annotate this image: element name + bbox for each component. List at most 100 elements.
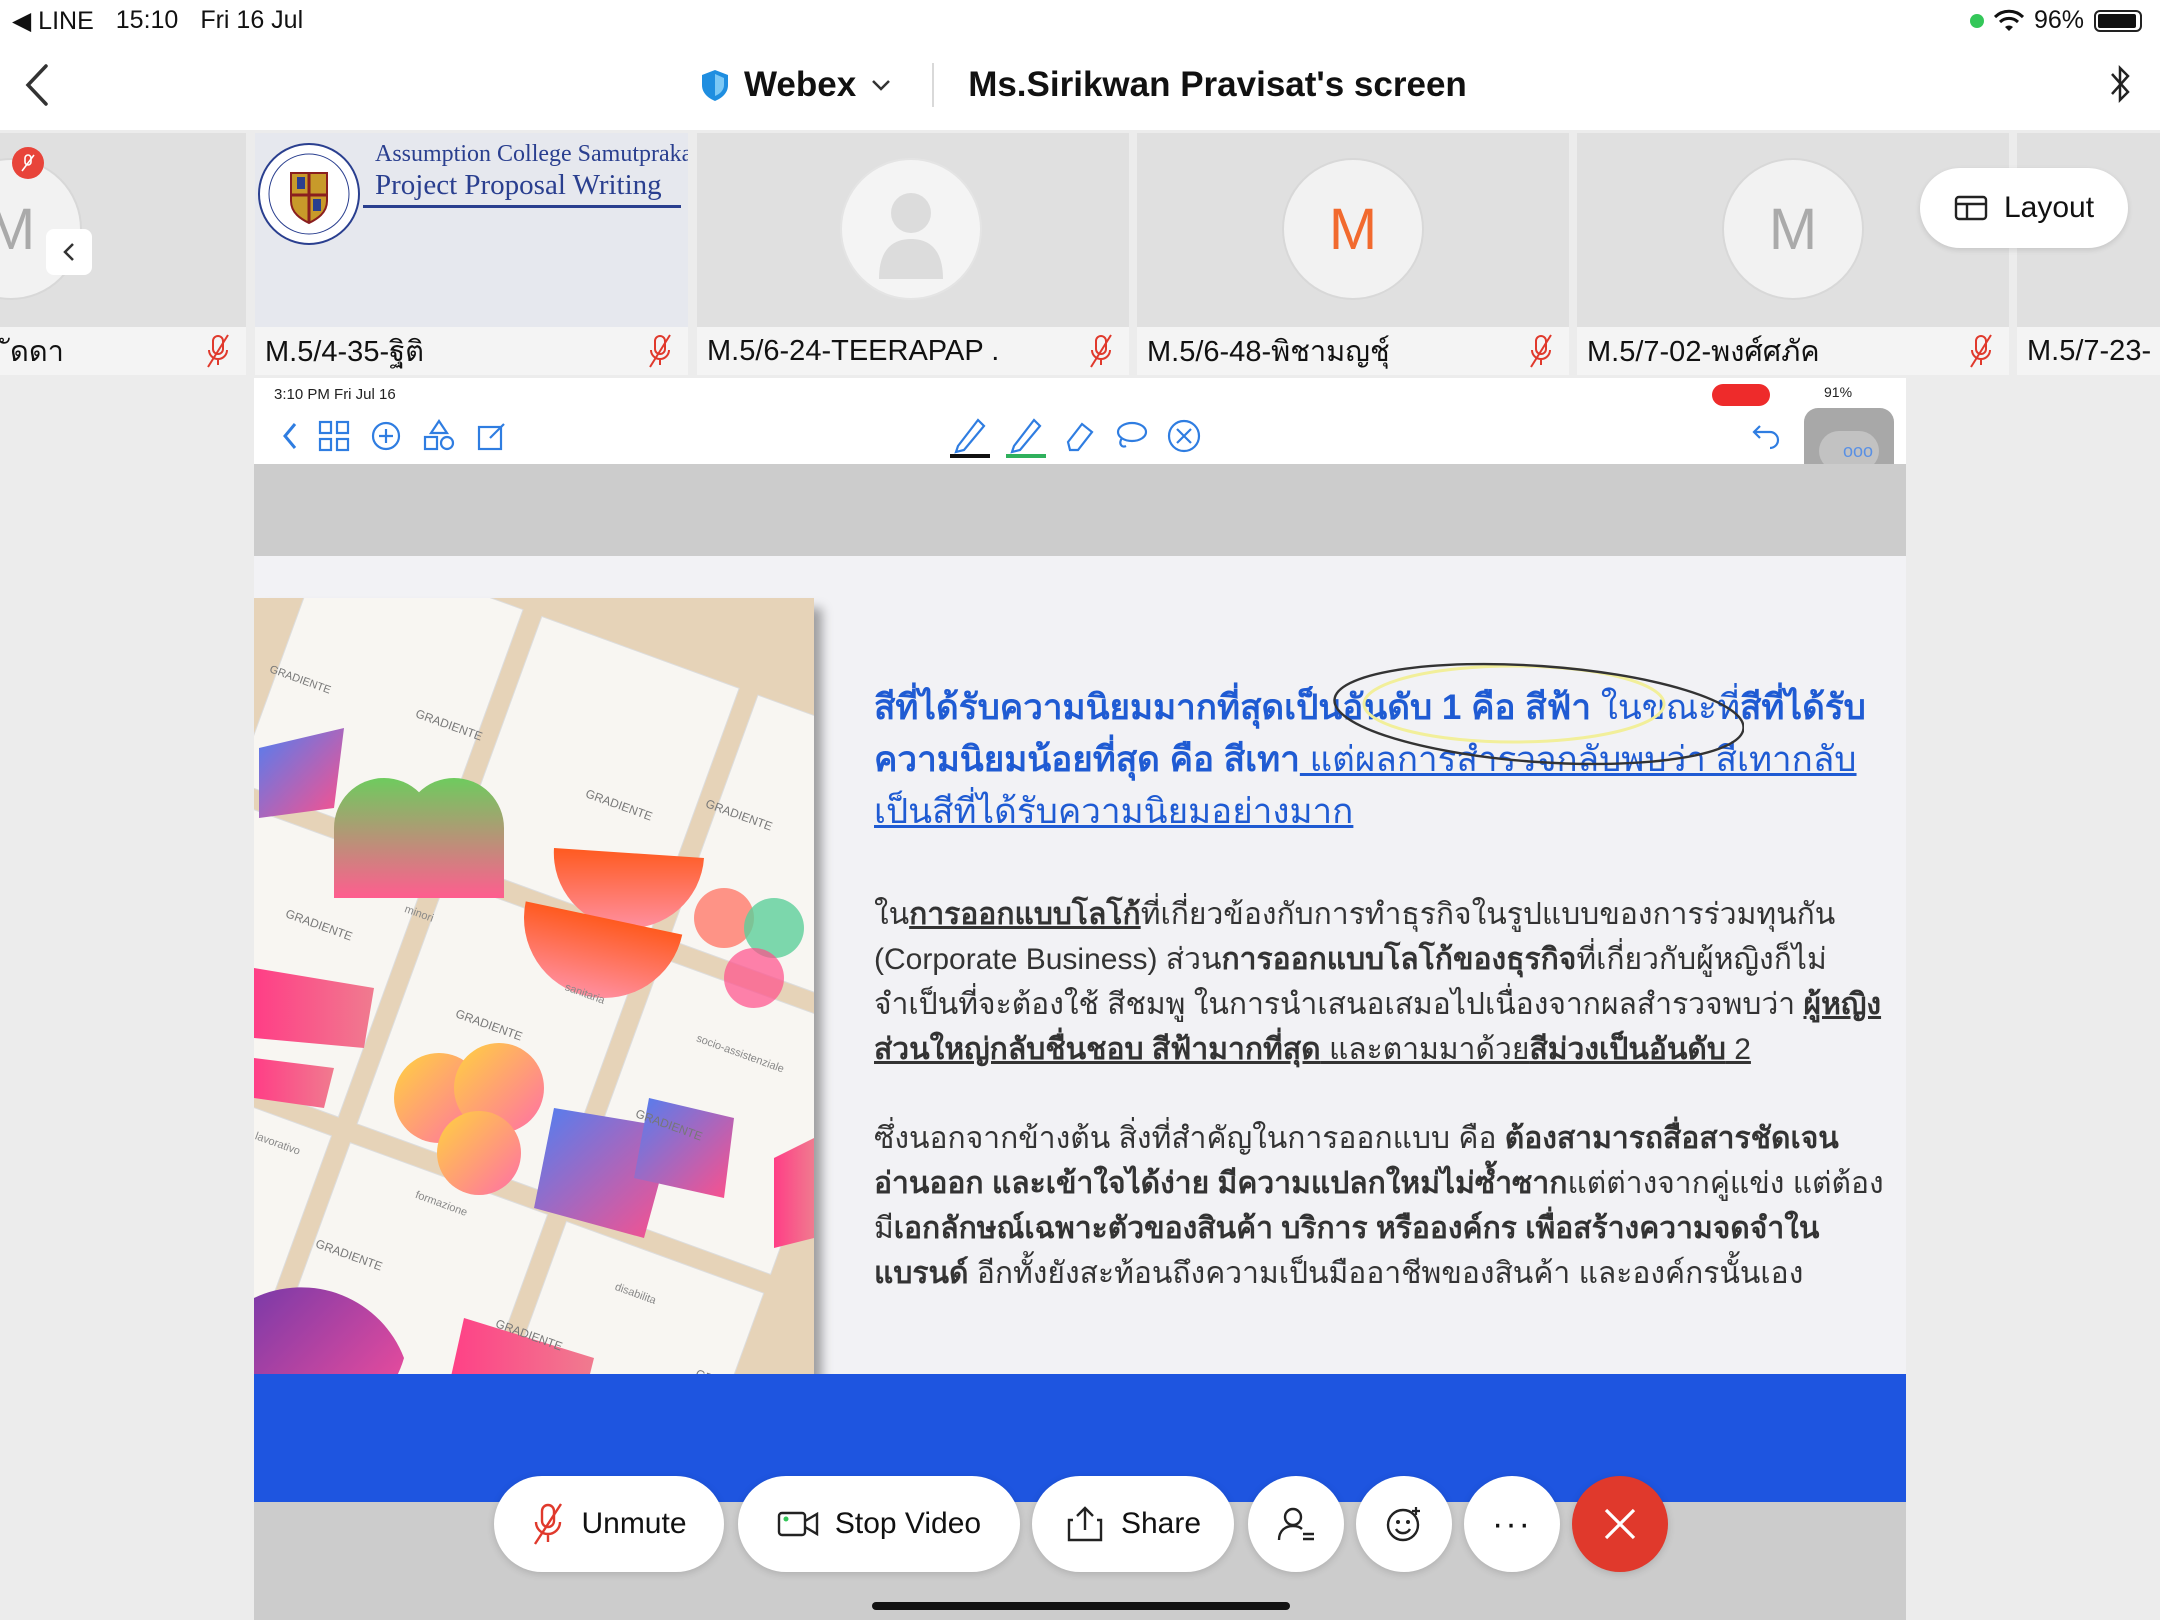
layout-button[interactable]: Layout <box>1920 168 2128 248</box>
webex-menu[interactable]: Webex <box>744 65 856 105</box>
participant-name: ัดดา <box>10 336 64 368</box>
share-button[interactable]: Share <box>1032 1476 1234 1572</box>
bluetooth-icon[interactable] <box>2100 60 2140 110</box>
p2-text-g: และตามมาด้วย <box>1320 1033 1530 1066</box>
undo-icon <box>1752 425 1780 450</box>
participant-tile[interactable]: Assumption College Samutprakarn Project … <box>255 133 688 375</box>
stop-video-label: Stop Video <box>834 1507 982 1540</box>
avatar <box>840 158 982 300</box>
mic-muted-icon <box>649 334 671 368</box>
shared-app-toolbar: ooo <box>254 408 1906 494</box>
mic-muted-icon <box>534 1503 563 1545</box>
annotation-ellipses <box>1333 662 1744 766</box>
photo-illustration <box>254 598 814 1438</box>
clear-icon <box>1167 419 1201 453</box>
stop-video-button[interactable]: Stop Video <box>738 1476 1020 1572</box>
meeting-controls: Unmute Stop Video Share ··· <box>0 1476 2160 1572</box>
participants-icon <box>1277 1507 1314 1541</box>
shared-image-title-2: Project Proposal Writing <box>375 169 662 201</box>
share-label: Share <box>1120 1507 1202 1540</box>
chevron-left-icon <box>63 243 74 261</box>
p2-text-h: สีม่วงเป็นอันดับ <box>1529 1033 1726 1066</box>
shield-icon <box>702 70 728 101</box>
status-date: Fri 16 Jul <box>200 6 304 34</box>
mic-muted-icon <box>1530 334 1552 368</box>
back-chevron-icon[interactable] <box>18 60 58 110</box>
shared-status-battery: 91% <box>1824 384 1853 400</box>
lasso-icon <box>1116 421 1148 448</box>
battery-icon <box>2094 9 2142 32</box>
participant-tile[interactable]: M ัดดา <box>0 133 246 375</box>
participants-button[interactable] <box>1248 1476 1344 1572</box>
chevron-left-icon <box>283 423 297 449</box>
eraser-icon <box>1066 422 1094 452</box>
home-indicator[interactable] <box>872 1602 1290 1610</box>
more-icon: ··· <box>1492 1504 1532 1543</box>
title-group: Webex Ms.Sirikwan Pravisat's screen <box>700 60 1467 110</box>
mic-muted-icon <box>207 334 229 368</box>
smiley-icon <box>1386 1507 1420 1542</box>
chevron-down-icon[interactable] <box>870 78 892 92</box>
participant-tile[interactable]: M.5/6-24-TEERAPAP . <box>697 133 1129 375</box>
battery-percent: 96% <box>2033 6 2084 34</box>
grid-icon <box>318 420 350 452</box>
gradient-cards-photo: GRADIENTE GRADIENTE GRADIENTE GRADIENTE … <box>254 598 814 1438</box>
shared-screen-title: Ms.Sirikwan Pravisat's screen <box>968 65 1467 104</box>
meeting-title-bar: Webex Ms.Sirikwan Pravisat's screen <box>0 40 2160 130</box>
shared-image-title-1: Assumption College Samutprakarn <box>375 141 688 167</box>
presentation-slide: GRADIENTE GRADIENTE GRADIENTE GRADIENTE … <box>254 556 1906 1620</box>
layout-icon <box>1954 195 1988 221</box>
college-seal-logo <box>258 143 360 245</box>
participant-name: M.5/7-23- <box>2027 334 2152 367</box>
leave-meeting-button[interactable] <box>1572 1476 1668 1572</box>
highlighter-green-icon <box>1006 418 1046 458</box>
shared-status-time: 3:10 PM Fri Jul 16 <box>274 386 396 403</box>
shapes-icon <box>423 419 455 451</box>
participant-strip[interactable]: M ัดดา Assumption College Samutprakarn P… <box>0 133 2160 375</box>
layout-label: Layout <box>2003 191 2095 224</box>
edit-icon <box>477 423 505 451</box>
participant-name-bar: M.5/6-48-พิชามญชุ์ <box>1137 327 1569 375</box>
unmute-label: Unmute <box>581 1507 687 1540</box>
shared-screen[interactable]: 3:10 PM Fri Jul 16 91% ooo GRADIENTE GRA… <box>254 378 1906 1620</box>
status-time: 15:10 <box>115 6 179 34</box>
participant-name: M.5/7-02-พงศ์ศภัค <box>1587 336 1820 368</box>
participant-tile[interactable]: M M.5/7-02-พงศ์ศภัค <box>1577 133 2009 375</box>
participant-name: M.5/4-35-ฐิติ <box>265 336 424 368</box>
more-options-button[interactable]: ··· <box>1464 1476 1560 1572</box>
strip-scroll-left-button[interactable] <box>46 229 92 275</box>
slide-top-band <box>254 464 1906 556</box>
participant-name: M.5/6-24-TEERAPAP . <box>707 334 1000 367</box>
participant-name-bar: M.5/7-02-พงศ์ศภัค <box>1577 327 2009 375</box>
p2-text-b: การออกแบบโลโก้ <box>909 898 1141 931</box>
participant-name-bar: M.5/7-23- <box>2017 327 2160 375</box>
avatar: M <box>1282 158 1424 300</box>
title-divider <box>932 63 935 107</box>
back-to-app-link[interactable]: ◀ LINE <box>12 6 94 36</box>
participant-name: M.5/6-48-พิชามญชุ์ <box>1147 336 1390 368</box>
mic-muted-icon <box>1970 334 1992 368</box>
p2-text-i: 2 <box>1725 1033 1751 1066</box>
pen-black-icon <box>950 418 990 458</box>
p3-text-a: ซึ่งนอกจากข้างต้น สิ่งที่สำคัญในการออกแบ… <box>874 1122 1505 1155</box>
unmute-button[interactable]: Unmute <box>494 1476 724 1572</box>
camera-in-use-indicator <box>1969 13 1984 28</box>
participant-name-bar: M.5/6-24-TEERAPAP . <box>697 327 1129 375</box>
mic-muted-icon <box>1090 334 1112 368</box>
app-root: ◀ LINE 15:10 Fri 16 Jul 96% Webex Ms.Sir… <box>0 0 2160 1620</box>
slide-paragraph-2: ในการออกแบบโลโก้ที่เกี่ยวข้องกับการทำธุร… <box>874 892 1894 1072</box>
video-camera-icon <box>777 1511 819 1537</box>
status-bar: ◀ LINE 15:10 Fri 16 Jul 96% <box>0 0 2160 40</box>
p3-text-e: อีกทั้งยังสะท้อนถึงความเป็นมืออาชีพของสิ… <box>968 1257 1804 1290</box>
p2-text-d: การออกแบบโลโก้ของธุรกิจ <box>1221 943 1577 976</box>
reactions-button[interactable] <box>1356 1476 1452 1572</box>
muted-badge-icon <box>12 147 44 179</box>
participant-name-bar: M.5/4-35-ฐิติ <box>255 327 688 375</box>
title-underline <box>363 205 681 208</box>
close-icon <box>1604 1508 1636 1540</box>
participant-tile[interactable]: M M.5/6-48-พิชามญชุ์ <box>1137 133 1569 375</box>
share-icon <box>1067 1506 1103 1542</box>
add-icon <box>371 421 401 451</box>
person-icon <box>879 193 943 279</box>
shared-status-bar: 3:10 PM Fri Jul 16 91% <box>254 378 1906 408</box>
